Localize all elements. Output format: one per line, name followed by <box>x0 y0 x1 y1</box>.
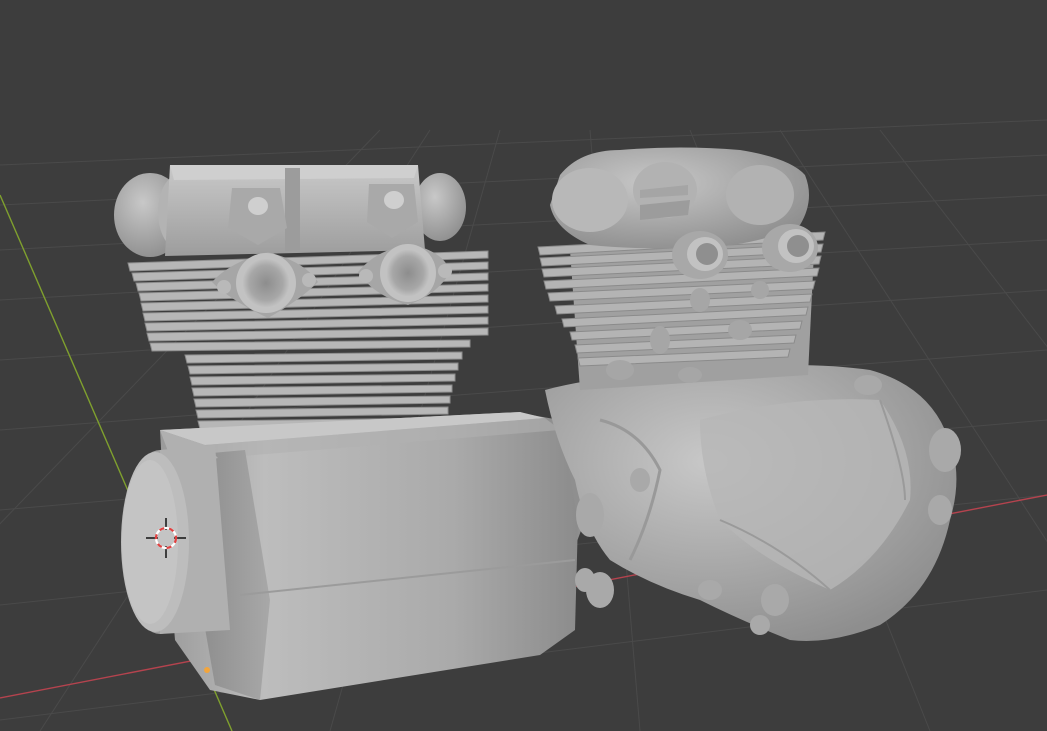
3d-viewport[interactable] <box>0 0 1047 731</box>
engine-model-clean[interactable] <box>114 165 585 700</box>
engine-model-scan[interactable] <box>537 147 961 642</box>
world-origin-point <box>204 667 210 673</box>
